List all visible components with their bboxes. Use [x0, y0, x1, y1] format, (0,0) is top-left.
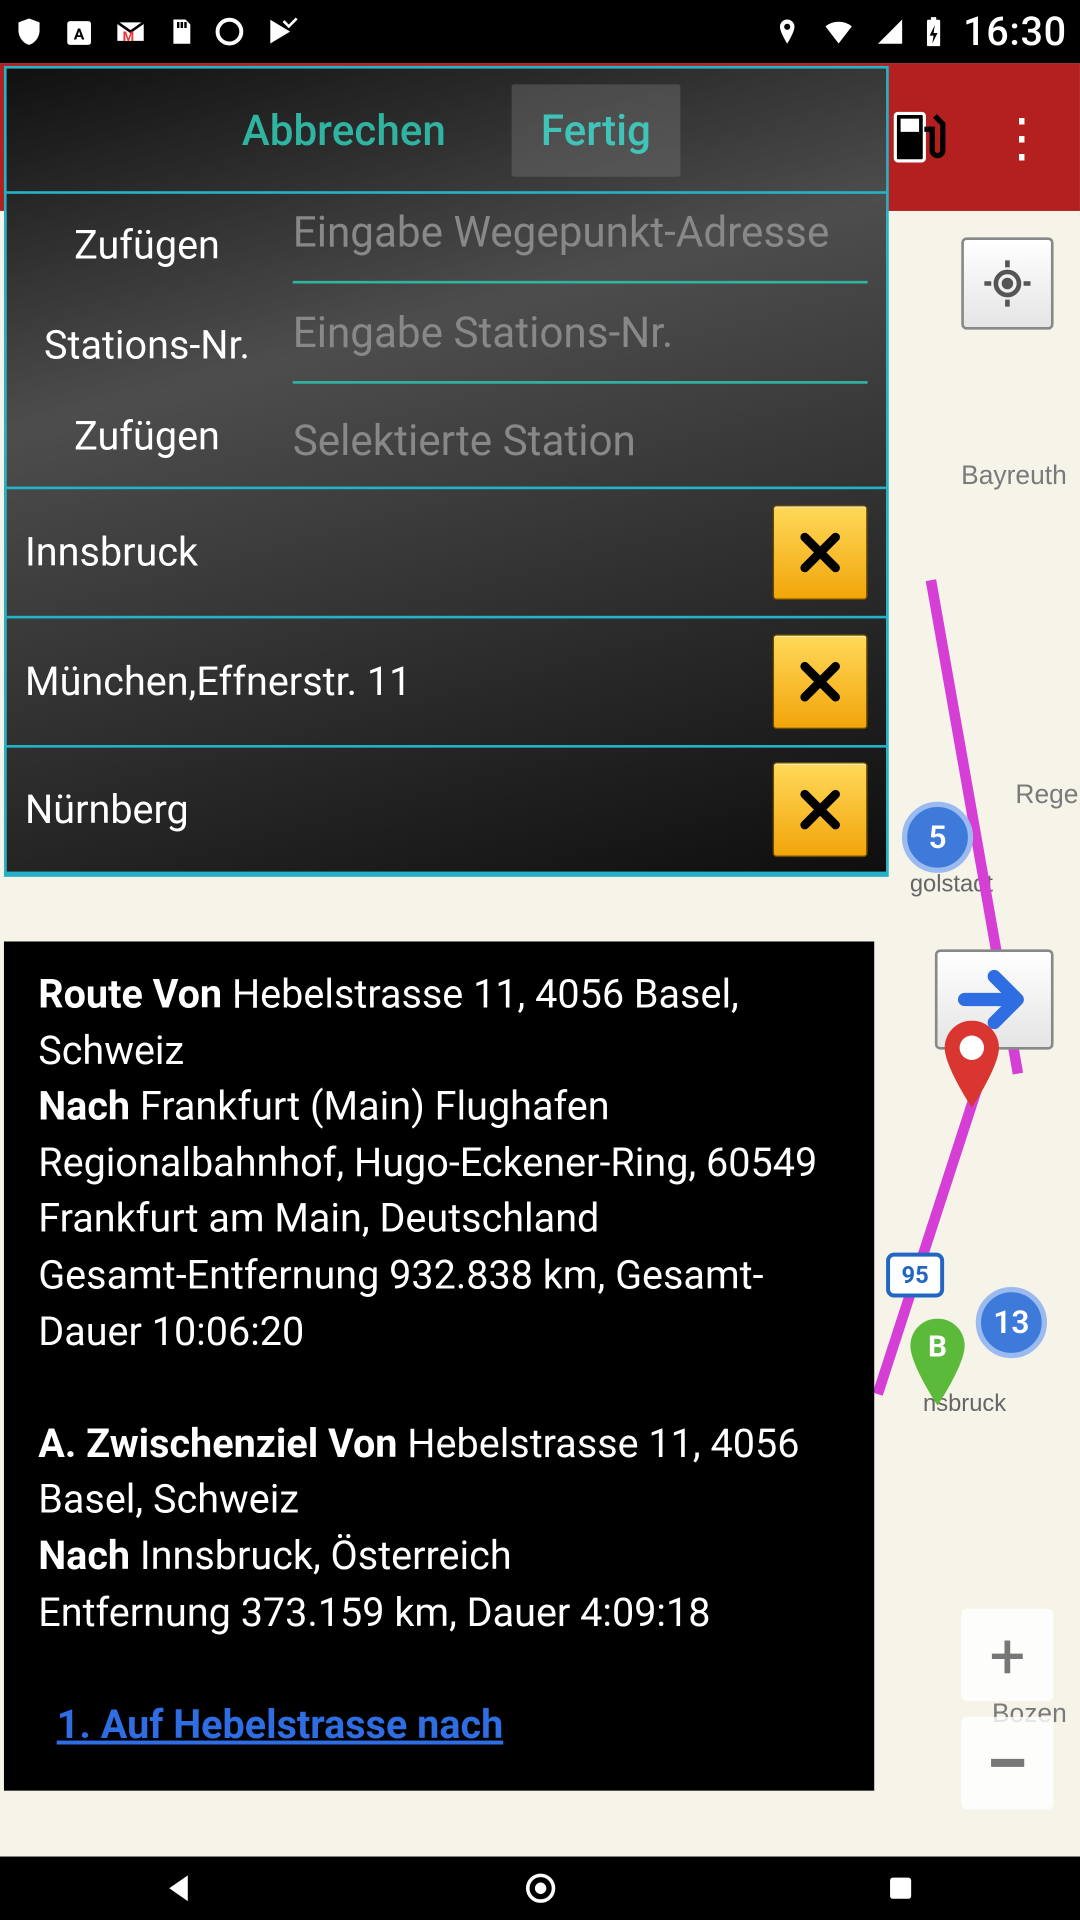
waypoint-dialog: Abbrechen Fertig Zufügen Eingabe Wegepun… [4, 66, 889, 877]
station-nr-label: Stations-Nr. [25, 322, 269, 368]
waypoint-list: Innsbruck München,Effnerstr. 11 Nürnberg [7, 487, 887, 875]
map-city-label: Bayreuth [961, 462, 1067, 492]
station-nr-input[interactable]: Eingabe Stations-Nr. [293, 307, 868, 383]
fuel-icon[interactable] [882, 103, 951, 172]
delete-waypoint-button[interactable] [773, 762, 868, 857]
selected-station-display: Selektierte Station [293, 407, 868, 465]
clock: 16:30 [963, 9, 1067, 55]
route-step-link[interactable]: 1. Auf Hebelstrasse nach [38, 1698, 840, 1754]
more-icon[interactable] [988, 103, 1057, 172]
route-seg-a-to-label: Nach [38, 1533, 130, 1579]
route-to-label: Nach [38, 1084, 130, 1130]
highway-shield: 95 [886, 1253, 944, 1298]
map-cluster[interactable]: 13 [976, 1287, 1047, 1358]
waypoint-item: Innsbruck [7, 487, 887, 616]
status-bar: A M 16:30 [0, 0, 1080, 63]
waypoint-item: Nürnberg [7, 745, 887, 874]
recents-button[interactable] [880, 1868, 920, 1908]
route-to: Frankfurt (Main) Flughafen Regionalbahnh… [38, 1084, 817, 1242]
waypoint-form: Zufügen Eingabe Wegepunkt-Adresse Statio… [7, 191, 887, 486]
add-waypoint-label[interactable]: Zufügen [25, 222, 269, 268]
waypoint-name: Nürnberg [25, 787, 189, 833]
svg-text:B: B [928, 1330, 947, 1365]
waypoint-name: Innsbruck [25, 529, 198, 575]
signal-icon [876, 16, 905, 48]
cancel-button[interactable]: Abbrechen [213, 84, 475, 176]
locate-button[interactable] [961, 237, 1053, 329]
route-totals: Gesamt-Entfernung 932.838 km, Gesamt-Dau… [38, 1253, 763, 1355]
delete-waypoint-button[interactable] [773, 634, 868, 729]
zoom-in-button[interactable]: + [961, 1609, 1053, 1701]
route-directions[interactable]: Route Von Hebelstrasse 11, 4056 Basel, S… [4, 941, 874, 1790]
wifi-icon [821, 16, 858, 48]
calendar-icon: A [63, 16, 95, 48]
route-seg-a-stats: Entfernung 373.159 km, Dauer 4:09:18 [38, 1590, 710, 1636]
add-selected-label[interactable]: Zufügen [25, 413, 269, 459]
waypoint-name: München,Effnerstr. 11 [25, 659, 411, 705]
delete-waypoint-button[interactable] [773, 505, 868, 600]
route-seg-a-to: Innsbruck, Österreich [140, 1533, 512, 1579]
waypoint-address-input[interactable]: Eingabe Wegepunkt-Adresse [293, 207, 868, 283]
svg-text:A: A [74, 25, 85, 44]
map-cluster[interactable]: 5 [902, 802, 973, 873]
location-icon [773, 16, 802, 48]
done-button[interactable]: Fertig [512, 84, 680, 176]
back-button[interactable] [160, 1868, 200, 1908]
sd-icon [166, 16, 195, 48]
map-pin-green[interactable]: B [902, 1319, 973, 1411]
android-nav-bar [0, 1857, 1080, 1920]
waypoint-item: München,Effnerstr. 11 [7, 616, 887, 745]
mail-icon: M [113, 16, 147, 48]
shield-icon [13, 16, 45, 48]
circle-icon [214, 16, 246, 48]
route-seg-a-header: A. Zwischenziel Von [38, 1421, 397, 1467]
map-city-label: Regen [1015, 781, 1080, 811]
play-check-icon [264, 16, 298, 48]
map-pin-red[interactable] [936, 1021, 1007, 1113]
svg-text:M: M [123, 30, 135, 45]
home-button[interactable] [520, 1868, 560, 1908]
zoom-out-button[interactable]: − [961, 1717, 1053, 1809]
battery-charging-icon [924, 16, 945, 48]
route-from-label: Route Von [38, 972, 222, 1018]
